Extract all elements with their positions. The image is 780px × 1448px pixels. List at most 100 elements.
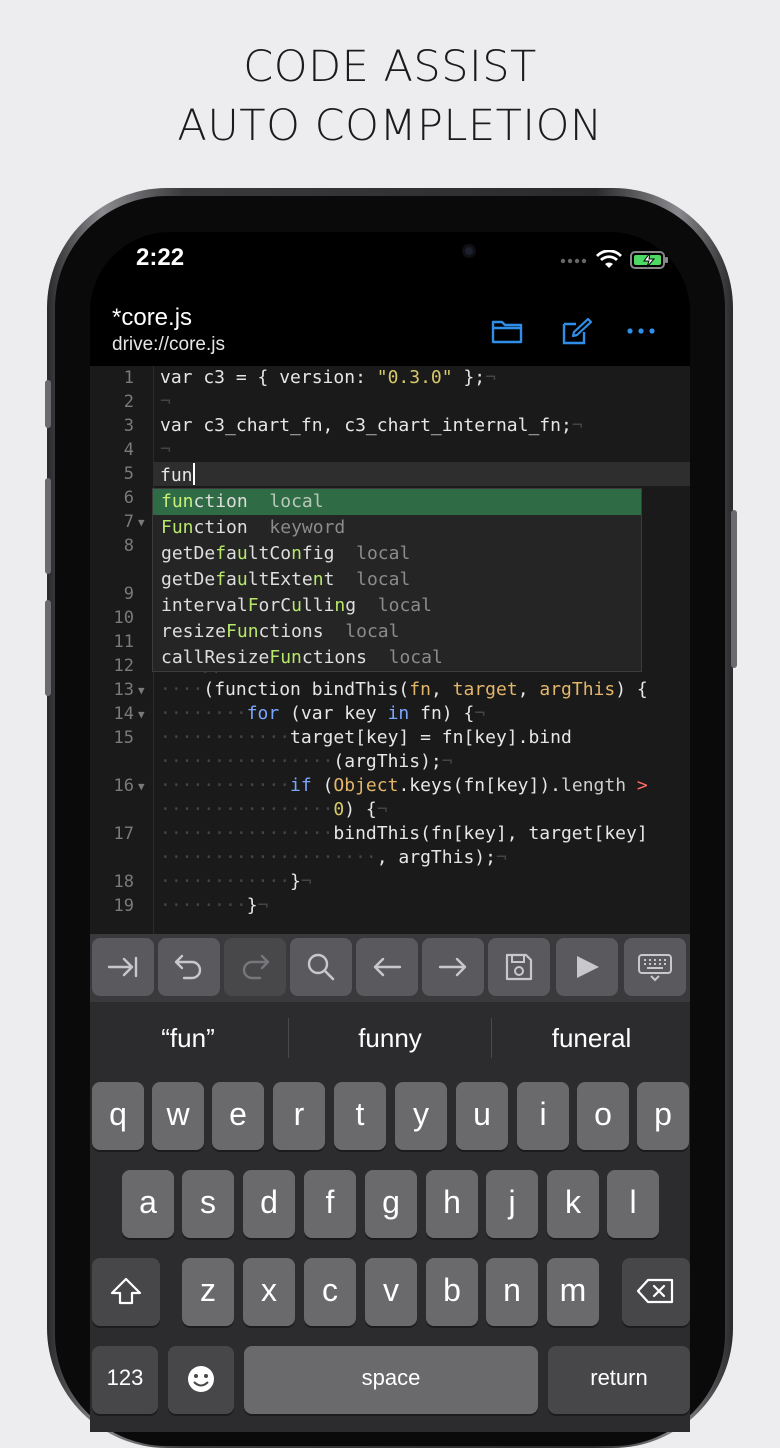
backspace-key[interactable] bbox=[622, 1258, 690, 1326]
shift-key[interactable] bbox=[92, 1258, 160, 1326]
file-path: drive://core.js bbox=[112, 334, 225, 355]
undo-icon bbox=[174, 954, 202, 980]
key-v[interactable]: v bbox=[365, 1258, 417, 1326]
redo-button[interactable] bbox=[224, 938, 286, 996]
phone-screen: 2:22 *core.js drive://core.js 1 2 3 4 5 … bbox=[90, 232, 690, 1432]
key-r[interactable]: r bbox=[273, 1082, 325, 1150]
key-g[interactable]: g bbox=[365, 1170, 417, 1238]
code-line-17-wrap: ····················, argThis);¬ bbox=[160, 847, 507, 868]
autocomplete-item[interactable]: Function keyword bbox=[153, 515, 641, 541]
backspace-icon bbox=[636, 1278, 674, 1304]
folder-icon[interactable] bbox=[490, 316, 524, 346]
line-number: 9 bbox=[123, 584, 134, 604]
undo-button[interactable] bbox=[158, 938, 220, 996]
code-line-15: ············target[key] = fn[key].bind bbox=[160, 727, 572, 748]
key-x[interactable]: x bbox=[243, 1258, 295, 1326]
line-number: 19 bbox=[113, 896, 134, 916]
line-number: 16 bbox=[113, 776, 134, 796]
code-line-13: ····(function bindThis(fn, target, argTh… bbox=[160, 679, 648, 700]
line-number: 15 bbox=[113, 728, 134, 748]
suggestion-1[interactable]: “fun” bbox=[90, 1016, 286, 1060]
run-button[interactable] bbox=[556, 938, 618, 996]
cursor-left-button[interactable] bbox=[356, 938, 418, 996]
key-d[interactable]: d bbox=[243, 1170, 295, 1238]
arrow-left-icon bbox=[373, 957, 402, 977]
save-button[interactable] bbox=[488, 938, 550, 996]
suggestion-3[interactable]: funeral bbox=[493, 1016, 690, 1060]
key-i[interactable]: i bbox=[517, 1082, 569, 1150]
key-s[interactable]: s bbox=[182, 1170, 234, 1238]
fold-arrow-icon[interactable]: ▼ bbox=[138, 684, 145, 697]
fold-arrow-icon[interactable]: ▼ bbox=[138, 708, 145, 721]
cursor-right-button[interactable] bbox=[422, 938, 484, 996]
tab-key[interactable] bbox=[92, 938, 154, 996]
return-key[interactable]: return bbox=[548, 1346, 690, 1414]
line-number: 3 bbox=[123, 416, 134, 436]
line-number: 12 bbox=[113, 656, 134, 676]
code-line-4: ¬ bbox=[160, 439, 171, 460]
space-key[interactable]: space bbox=[244, 1346, 538, 1414]
search-button[interactable] bbox=[290, 938, 352, 996]
code-line-5: fun bbox=[160, 463, 195, 486]
code-line-14: ········for (var key in fn) {¬ bbox=[160, 703, 486, 724]
code-line-17: ················bindThis(fn[key], target… bbox=[160, 823, 648, 844]
key-t[interactable]: t bbox=[334, 1082, 386, 1150]
key-w[interactable]: w bbox=[152, 1082, 204, 1150]
search-icon bbox=[307, 953, 335, 981]
line-number: 4 bbox=[123, 440, 134, 460]
autocomplete-item[interactable]: callResizeFunctions local bbox=[153, 645, 641, 671]
key-l[interactable]: l bbox=[607, 1170, 659, 1238]
file-name: *core.js bbox=[112, 304, 193, 331]
autocomplete-item[interactable]: getDefaultConfig local bbox=[153, 541, 641, 567]
autocomplete-item[interactable]: getDefaultExtent local bbox=[153, 567, 641, 593]
key-k[interactable]: k bbox=[547, 1170, 599, 1238]
code-line-1: var c3 = { version: "0.3.0" };¬ bbox=[160, 367, 496, 388]
key-m[interactable]: m bbox=[547, 1258, 599, 1326]
more-icon[interactable] bbox=[624, 316, 658, 346]
key-j[interactable]: j bbox=[486, 1170, 538, 1238]
code-line-18: ············}¬ bbox=[160, 871, 312, 892]
side-button-left-3 bbox=[45, 600, 51, 696]
side-button-left-2 bbox=[45, 478, 51, 574]
key-a[interactable]: a bbox=[122, 1170, 174, 1238]
numbers-key[interactable]: 123 bbox=[92, 1346, 158, 1414]
headline-line-1: CODE ASSIST bbox=[243, 42, 537, 92]
notch bbox=[222, 232, 558, 280]
arrow-right-icon bbox=[438, 957, 467, 977]
save-icon bbox=[505, 953, 533, 981]
key-o[interactable]: o bbox=[577, 1082, 629, 1150]
key-f[interactable]: f bbox=[304, 1170, 356, 1238]
key-n[interactable]: n bbox=[486, 1258, 538, 1326]
autocomplete-item[interactable]: intervalForCulling local bbox=[153, 593, 641, 619]
key-p[interactable]: p bbox=[637, 1082, 689, 1150]
autocomplete-item[interactable]: function local bbox=[153, 489, 641, 515]
autocomplete-item[interactable]: resizeFunctions local bbox=[153, 619, 641, 645]
key-e[interactable]: e bbox=[212, 1082, 264, 1150]
editor-accessory-toolbar bbox=[90, 934, 690, 1002]
code-line-16-wrap: ················0) {¬ bbox=[160, 799, 388, 820]
run-icon bbox=[577, 956, 599, 978]
edit-icon[interactable] bbox=[560, 316, 594, 346]
line-number: 6 bbox=[123, 488, 134, 508]
key-y[interactable]: y bbox=[395, 1082, 447, 1150]
fold-arrow-icon[interactable]: ▼ bbox=[138, 780, 145, 793]
line-number: 18 bbox=[113, 872, 134, 892]
key-h[interactable]: h bbox=[426, 1170, 478, 1238]
status-icons bbox=[560, 250, 670, 270]
suggestion-2[interactable]: funny bbox=[290, 1016, 490, 1060]
key-z[interactable]: z bbox=[182, 1258, 234, 1326]
hide-keyboard-button[interactable] bbox=[624, 938, 686, 996]
code-line-2: ¬ bbox=[160, 391, 171, 412]
key-b[interactable]: b bbox=[426, 1258, 478, 1326]
suggestion-divider bbox=[491, 1018, 492, 1058]
key-c[interactable]: c bbox=[304, 1258, 356, 1326]
signal-icon bbox=[560, 258, 587, 264]
side-button-right bbox=[731, 510, 737, 668]
suggestion-divider bbox=[288, 1018, 289, 1058]
key-u[interactable]: u bbox=[456, 1082, 508, 1150]
camera bbox=[462, 244, 476, 258]
emoji-key[interactable] bbox=[168, 1346, 234, 1414]
fold-arrow-icon[interactable]: ▼ bbox=[138, 516, 145, 529]
key-q[interactable]: q bbox=[92, 1082, 144, 1150]
line-number: 1 bbox=[123, 368, 134, 388]
